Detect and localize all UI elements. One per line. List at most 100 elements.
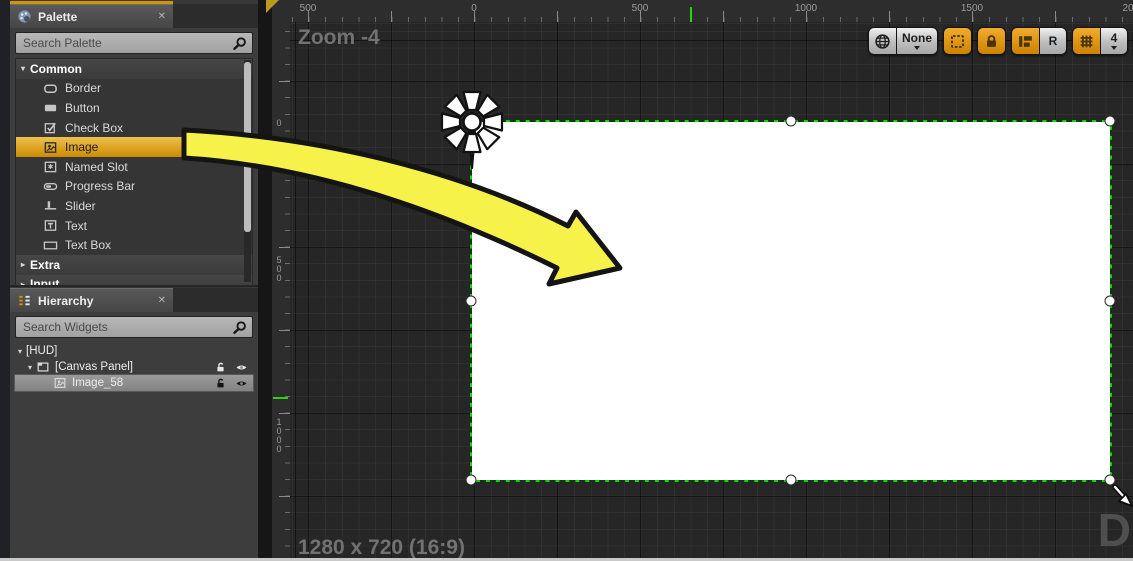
- named-slot-icon: [43, 159, 58, 174]
- tab-palette[interactable]: Palette ✕: [10, 4, 173, 28]
- magnifier-icon: [232, 36, 247, 51]
- ruler-horizontal: 500 0 500 1000 1500 20: [290, 0, 1133, 23]
- close-icon[interactable]: ✕: [158, 295, 166, 306]
- palette-row[interactable]: Text: [16, 216, 252, 236]
- expand-arrow-icon[interactable]: ▸: [21, 280, 25, 285]
- hierarchy-body: ▾ [HUD] ▾ [Canvas Panel]: [10, 312, 258, 561]
- palette-item-label: Image: [65, 140, 99, 155]
- resize-handle-right[interactable]: [1104, 295, 1116, 307]
- resize-handle-bottom-right[interactable]: [1104, 474, 1116, 486]
- ruler-tick-label: 1000: [276, 417, 282, 454]
- palette-item-label: Common: [30, 61, 83, 76]
- hierarchy-search-input[interactable]: [21, 319, 232, 335]
- palette-row[interactable]: ▸ Extra: [16, 254, 252, 275]
- aspect-bars-icon: [1017, 33, 1034, 50]
- palette-row[interactable]: Check Box: [16, 118, 252, 138]
- toolbar-button[interactable]: [1073, 28, 1100, 54]
- toolbar-button[interactable]: R: [1039, 28, 1066, 54]
- toolbar-button[interactable]: [1012, 28, 1039, 54]
- image-widget-selected[interactable]: [465, 115, 1116, 486]
- lock-open-icon[interactable]: [214, 361, 227, 374]
- toolbar-button[interactable]: [869, 28, 896, 54]
- close-icon[interactable]: ✕: [158, 11, 166, 22]
- toolbar-button[interactable]: [978, 28, 1005, 54]
- ruler-tick-label: 1000: [794, 3, 818, 14]
- text-box-icon: [43, 238, 58, 253]
- panel-divider[interactable]: [258, 0, 272, 561]
- globe-icon: [874, 33, 891, 50]
- resize-handle-bottom-left[interactable]: [465, 474, 477, 486]
- umg-designer-window: Palette ✕ ▾ Common: [0, 0, 1133, 561]
- button-icon: [43, 100, 58, 115]
- palette-item-label: Check Box: [65, 120, 124, 135]
- toolbar-button-label: None: [902, 31, 932, 45]
- palette-row[interactable]: Progress Bar: [16, 177, 252, 197]
- palette-row[interactable]: Slider: [16, 196, 252, 216]
- toolbar-button[interactable]: [944, 28, 971, 54]
- palette-tabbar: Palette ✕: [10, 4, 258, 28]
- hierarchy-row[interactable]: ▾ [Canvas Panel]: [15, 359, 253, 375]
- palette-search-box[interactable]: [15, 32, 253, 54]
- hierarchy-item-label: [HUD]: [26, 345, 58, 357]
- window-left-edge: [0, 0, 10, 561]
- ruler-tick-label: 20: [1122, 3, 1133, 14]
- palette-item-label: Slider: [65, 198, 96, 213]
- palette-item-label: Border: [65, 81, 102, 96]
- palette-widget-list: ▾ Common Border Button Check Box Image N…: [15, 58, 253, 286]
- resize-handle-top[interactable]: [785, 115, 797, 127]
- tab-palette-label: Palette: [38, 9, 78, 24]
- ruler-cursor-mark: [690, 7, 692, 22]
- ruler-corner-marker-icon: [266, 0, 279, 13]
- border-icon: [43, 81, 58, 96]
- image-icon: [43, 140, 58, 155]
- toolbar-button-label: R: [1048, 33, 1058, 48]
- ruler-tick-label: 500: [299, 3, 317, 14]
- ruler-tick-label: 1500: [960, 3, 984, 14]
- palette-row[interactable]: ▸ Input: [16, 274, 252, 285]
- eye-icon[interactable]: [235, 377, 248, 390]
- design-canvas-viewport[interactable]: Zoom -4 None R 4 1280 x 720 (16:9) D: [290, 22, 1133, 561]
- expand-arrow-icon[interactable]: ▸: [21, 260, 25, 269]
- palette-item-label: Extra: [30, 257, 61, 272]
- tab-hierarchy[interactable]: Hierarchy ✕: [10, 288, 173, 312]
- hierarchy-item-label: Image_58: [72, 377, 124, 389]
- toolbar-group: 4: [1072, 27, 1128, 55]
- ruler-tick-label: 0: [276, 118, 282, 128]
- palette-scrollbar[interactable]: [244, 60, 251, 282]
- progress-bar-icon: [43, 179, 58, 194]
- text-icon: [43, 218, 58, 233]
- expand-arrow-icon[interactable]: ▾: [21, 64, 25, 73]
- palette-row[interactable]: Button: [16, 98, 252, 118]
- hierarchy-search-box[interactable]: [15, 316, 253, 338]
- lock-closed-icon: [983, 33, 1000, 50]
- eye-icon[interactable]: [235, 361, 248, 374]
- palette-row[interactable]: ▾ Common: [16, 59, 252, 79]
- hierarchy-tabbar: Hierarchy ✕: [10, 288, 258, 312]
- hierarchy-row[interactable]: Image_58: [14, 374, 254, 392]
- palette-row[interactable]: Named Slot: [16, 157, 252, 177]
- active-tab-stripe: [10, 1, 173, 4]
- palette-panel: Palette ✕ ▾ Common: [10, 0, 258, 286]
- palette-row[interactable]: Border: [16, 79, 252, 99]
- resize-handle-left[interactable]: [465, 295, 477, 307]
- hierarchy-row[interactable]: ▾ [HUD]: [15, 343, 253, 359]
- toolbar-button[interactable]: None: [896, 28, 937, 54]
- tab-hierarchy-label: Hierarchy: [38, 293, 94, 308]
- toolbar-button[interactable]: 4: [1100, 28, 1127, 54]
- palette-item-label: Progress Bar: [65, 179, 136, 194]
- palette-row[interactable]: Text Box: [16, 235, 252, 255]
- resize-handle-top-right[interactable]: [1104, 115, 1116, 127]
- toolbar-group: [943, 27, 972, 55]
- palette-row[interactable]: Image: [16, 137, 252, 157]
- expand-arrow-icon[interactable]: ▾: [28, 363, 32, 372]
- palette-scrollbar-thumb[interactable]: [244, 62, 251, 232]
- palette-body: ▾ Common Border: [10, 28, 258, 286]
- lock-open-icon[interactable]: [214, 377, 227, 390]
- resize-handle-bottom[interactable]: [785, 474, 797, 486]
- palette-item-label: Text: [65, 218, 88, 233]
- ruler-tick-label: 500: [276, 255, 282, 283]
- row-visibility-controls: [214, 377, 248, 390]
- expand-arrow-icon[interactable]: ▾: [18, 347, 22, 356]
- palette-search-input[interactable]: [21, 35, 232, 51]
- toolbar-group: R: [1011, 27, 1067, 55]
